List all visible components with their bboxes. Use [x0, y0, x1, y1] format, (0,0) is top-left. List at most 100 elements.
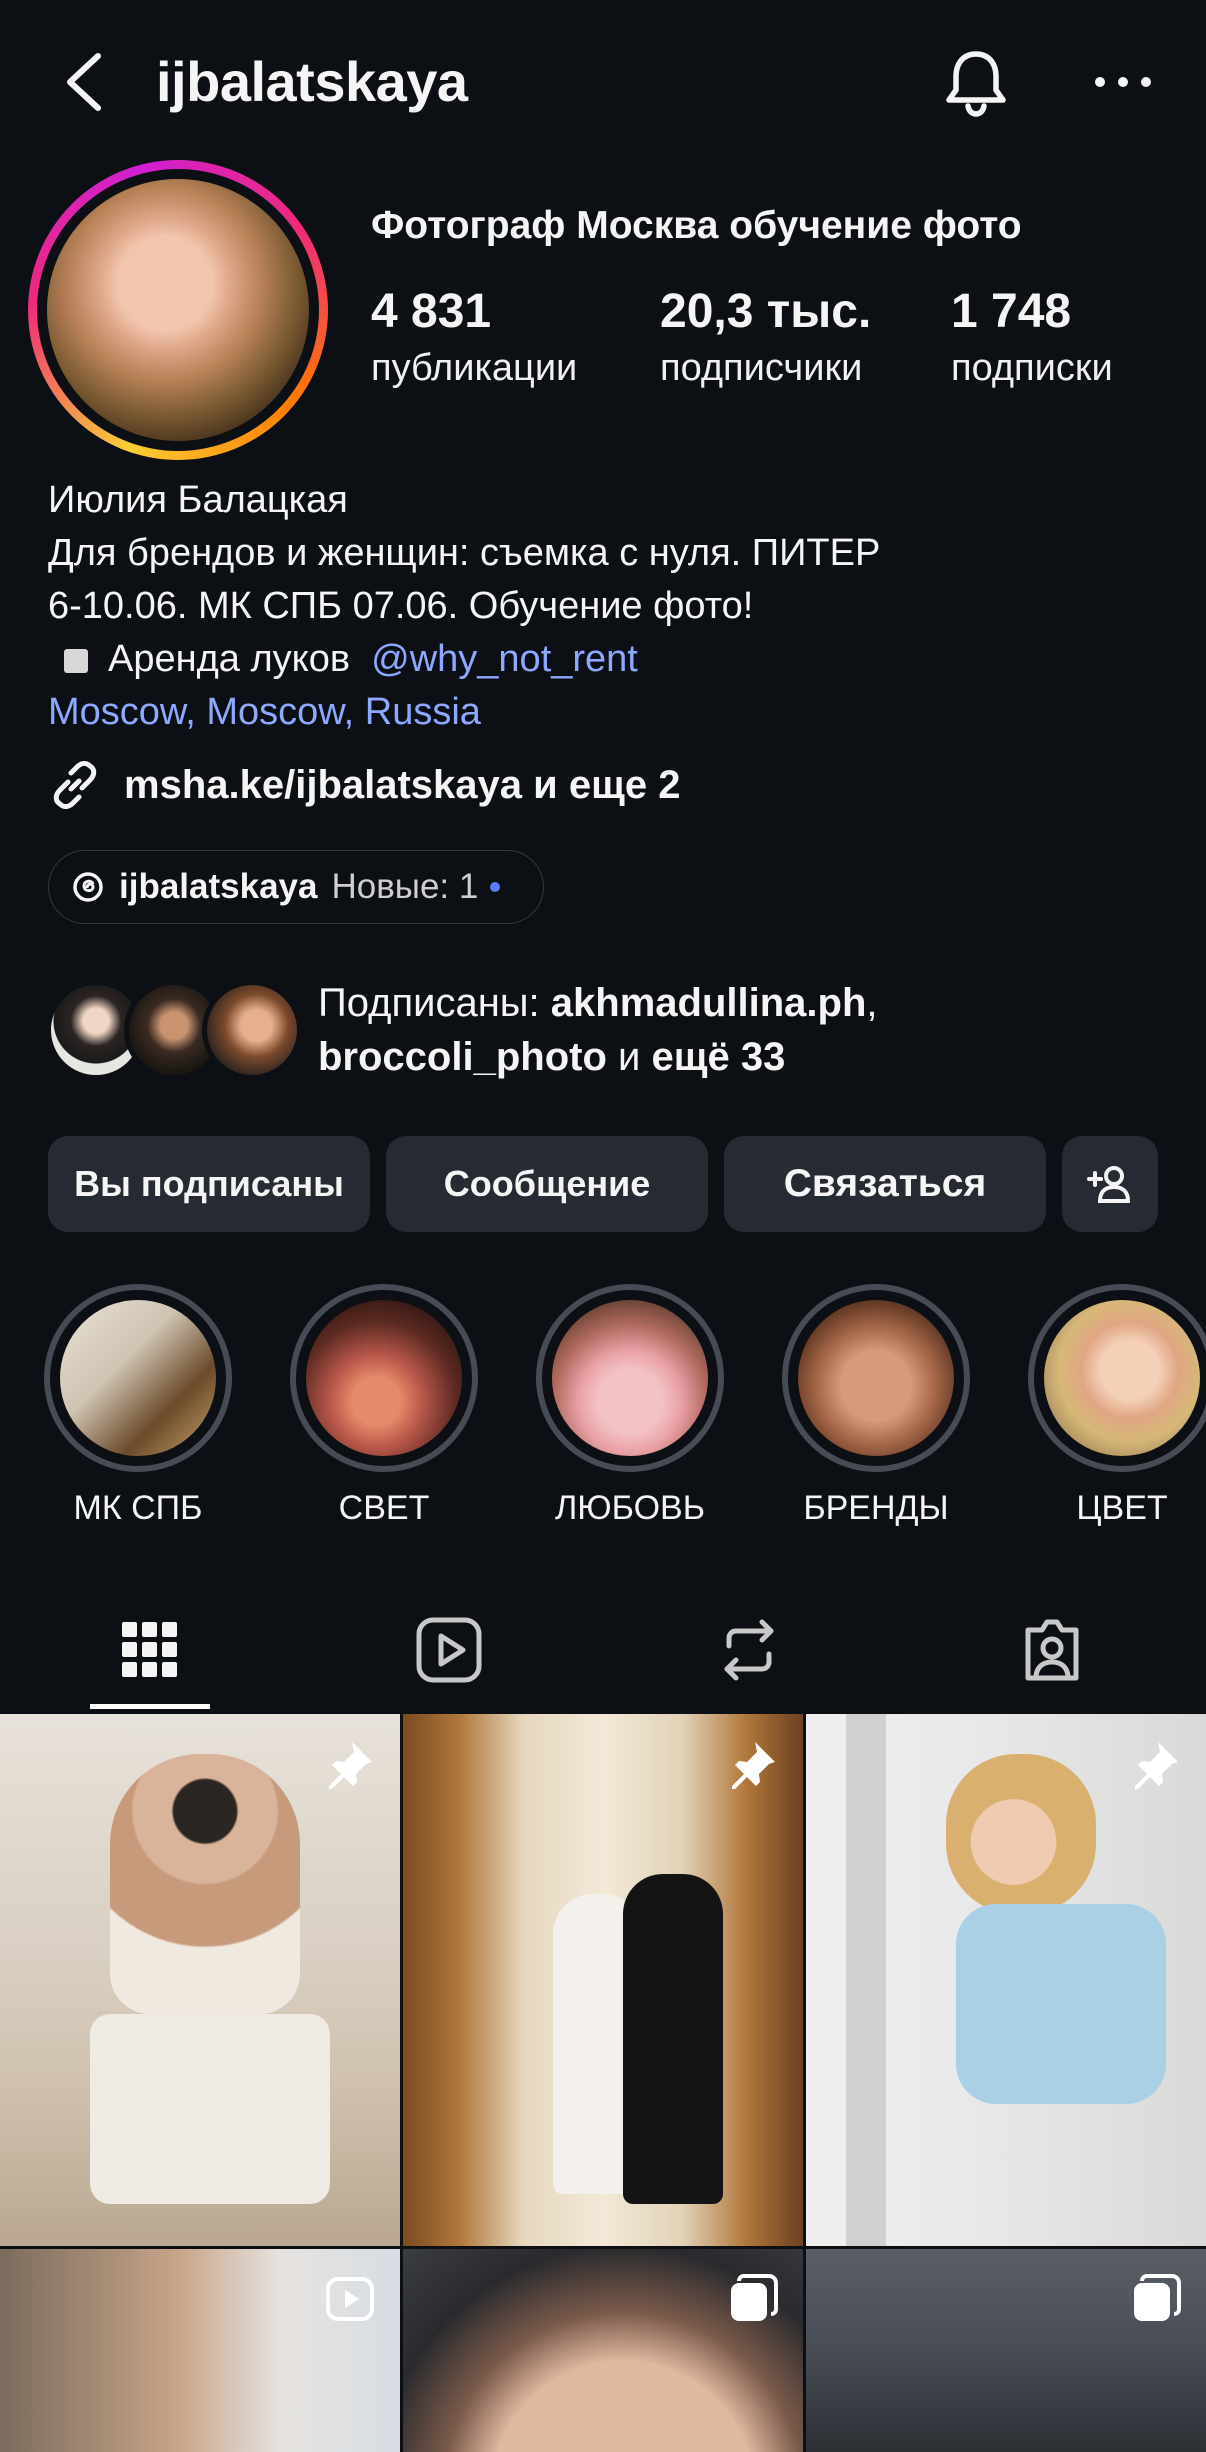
highlight-mk-spb[interactable]: МК СПБ: [40, 1280, 236, 1527]
profile-category: Фотограф Москва обучение фото: [371, 204, 1022, 247]
square-emoji-icon: [64, 648, 88, 673]
highlight-cover: [60, 1300, 216, 1456]
message-button[interactable]: Сообщение: [386, 1136, 708, 1232]
tab-reposts[interactable]: [674, 1590, 824, 1710]
profile-actions: Вы подписаны Сообщение Связаться: [48, 1136, 1158, 1232]
avatar-photo: [47, 179, 309, 441]
highlight-ring: [782, 1284, 970, 1472]
bio-rent-line: Аренда луков @why_not_rent: [48, 633, 1168, 686]
post-subject-body: [90, 2014, 330, 2204]
profile-username: ijbalatskaya: [156, 50, 468, 113]
followed-by-text: Подписаны: akhmadullina.ph, broccoli_pho…: [318, 976, 878, 1084]
bio-rent-text: Аренда луков: [108, 638, 351, 680]
post-thumbnail[interactable]: [403, 2249, 803, 2452]
following-button[interactable]: Вы подписаны: [48, 1136, 370, 1232]
post-door: [846, 1714, 886, 2246]
post-thumbnail[interactable]: [806, 2249, 1206, 2452]
new-indicator-dot: [490, 882, 501, 892]
post-thumbnail[interactable]: [0, 2249, 400, 2452]
stat-posts-label: публикации: [371, 347, 578, 389]
pin-icon: [1135, 1742, 1178, 1789]
highlight-label: МК СПБ: [73, 1489, 203, 1527]
highlight-cover: [798, 1300, 954, 1456]
post-subject-groom: [623, 1874, 723, 2204]
highlight-label: ЛЮБОВЬ: [554, 1489, 706, 1527]
bio-mention-link[interactable]: @why_not_rent: [371, 638, 638, 680]
tagged-icon: [1025, 1619, 1079, 1681]
profile-bio: Июлия Балацкая Для брендов и женщин: съе…: [48, 474, 1168, 739]
highlight-ring: [536, 1284, 724, 1472]
bio-location-link[interactable]: Moscow, Moscow, Russia: [48, 686, 1168, 739]
chevron-left-icon: [67, 53, 101, 111]
header: ijbalatskaya: [0, 0, 1206, 160]
reel-icon: [326, 2277, 374, 2321]
stat-posts-value: 4 831: [371, 285, 492, 338]
story-highlights: МК СПБ СВЕТ ЛЮБОВЬ БРЕНДЫ ЦВЕТ: [0, 1280, 1206, 1540]
post-subject: [110, 1754, 300, 2014]
bio-line-1: Для брендов и женщин: съемка с нуля. ПИТ…: [48, 532, 881, 574]
followed-by-and: и: [606, 1035, 652, 1079]
followed-by-user-2: broccoli_photo: [318, 1035, 607, 1079]
posts-grid: [0, 1714, 1206, 2452]
stat-following-label: подписки: [951, 347, 1113, 389]
profile-avatar[interactable]: [28, 160, 328, 460]
link-icon: [53, 761, 97, 809]
stat-following[interactable]: 1 748 подписки: [951, 282, 1113, 394]
highlight-ring: [1028, 1284, 1206, 1472]
post-thumbnail[interactable]: [0, 1714, 400, 2246]
contact-button[interactable]: Связаться: [724, 1136, 1046, 1232]
followed-by[interactable]: Подписаны: akhmadullina.ph, broccoli_pho…: [46, 976, 1176, 1092]
carousel-icon: [731, 2274, 778, 2321]
highlight-cover: [1044, 1300, 1200, 1456]
more-options-button[interactable]: [1090, 60, 1156, 104]
highlight-cover: [306, 1300, 462, 1456]
profile-link-text: msha.ke/ijbalatskaya и еще 2: [124, 762, 681, 807]
threads-new-count: Новые: 1: [331, 867, 479, 906]
highlight-label: ЦВЕТ: [1076, 1489, 1168, 1527]
tab-reels[interactable]: [374, 1590, 524, 1710]
avatar-border: [37, 169, 319, 451]
post-thumbnail[interactable]: [403, 1714, 803, 2246]
add-person-icon: [1087, 1166, 1131, 1203]
more-dots-icon: [1095, 77, 1151, 87]
pin-icon: [732, 1742, 775, 1789]
bell-icon: [946, 51, 1006, 117]
highlight-label: БРЕНДЫ: [803, 1489, 949, 1527]
stat-followers[interactable]: 20,3 тыс. подписчики: [660, 282, 871, 394]
highlight-ring: [44, 1284, 232, 1472]
carousel-icon: [1134, 2274, 1181, 2321]
followed-by-user-1: akhmadullina.ph: [550, 981, 867, 1025]
active-tab-indicator: [90, 1704, 210, 1709]
grid-icon: [122, 1622, 177, 1677]
stat-posts[interactable]: 4 831 публикации: [371, 282, 577, 394]
highlight-cover: [552, 1300, 708, 1456]
post-thumbnail[interactable]: [806, 1714, 1206, 2246]
threads-badge[interactable]: ijbalatskaya Новые: 1: [48, 850, 544, 924]
stat-followers-label: подписчики: [660, 347, 863, 389]
bio-name: Июлия Балацкая: [48, 479, 348, 521]
back-button[interactable]: [56, 44, 112, 120]
profile-link[interactable]: msha.ke/ijbalatskaya и еще 2: [48, 750, 680, 820]
pin-icon: [329, 1742, 372, 1789]
highlight-label: СВЕТ: [338, 1489, 430, 1527]
notifications-button[interactable]: [940, 44, 1012, 120]
bio-line-2: 6-10.06. МК СПБ 07.06. Обучение фото!: [48, 585, 754, 627]
followed-by-separator: ,: [866, 981, 878, 1025]
highlight-ring: [290, 1284, 478, 1472]
suggest-people-button[interactable]: [1062, 1136, 1158, 1232]
highlight-svet[interactable]: СВЕТ: [286, 1280, 482, 1527]
profile-tabs: [0, 1590, 1206, 1710]
highlight-tsvet[interactable]: ЦВЕТ: [1024, 1280, 1206, 1527]
threads-icon: [73, 872, 103, 902]
tab-tagged[interactable]: [977, 1590, 1127, 1710]
post-subject-body: [956, 1904, 1166, 2104]
tab-posts-grid[interactable]: [75, 1590, 225, 1710]
reels-icon: [416, 1617, 482, 1683]
followed-by-more: ещё 33: [651, 1035, 786, 1079]
threads-username: ijbalatskaya: [119, 867, 318, 906]
reposts-icon: [724, 1619, 774, 1681]
highlight-brendy[interactable]: БРЕНДЫ: [778, 1280, 974, 1527]
followed-by-prefix: Подписаны:: [318, 981, 551, 1025]
highlight-lyubov[interactable]: ЛЮБОВЬ: [532, 1280, 728, 1527]
post-subject-head: [946, 1754, 1096, 1914]
